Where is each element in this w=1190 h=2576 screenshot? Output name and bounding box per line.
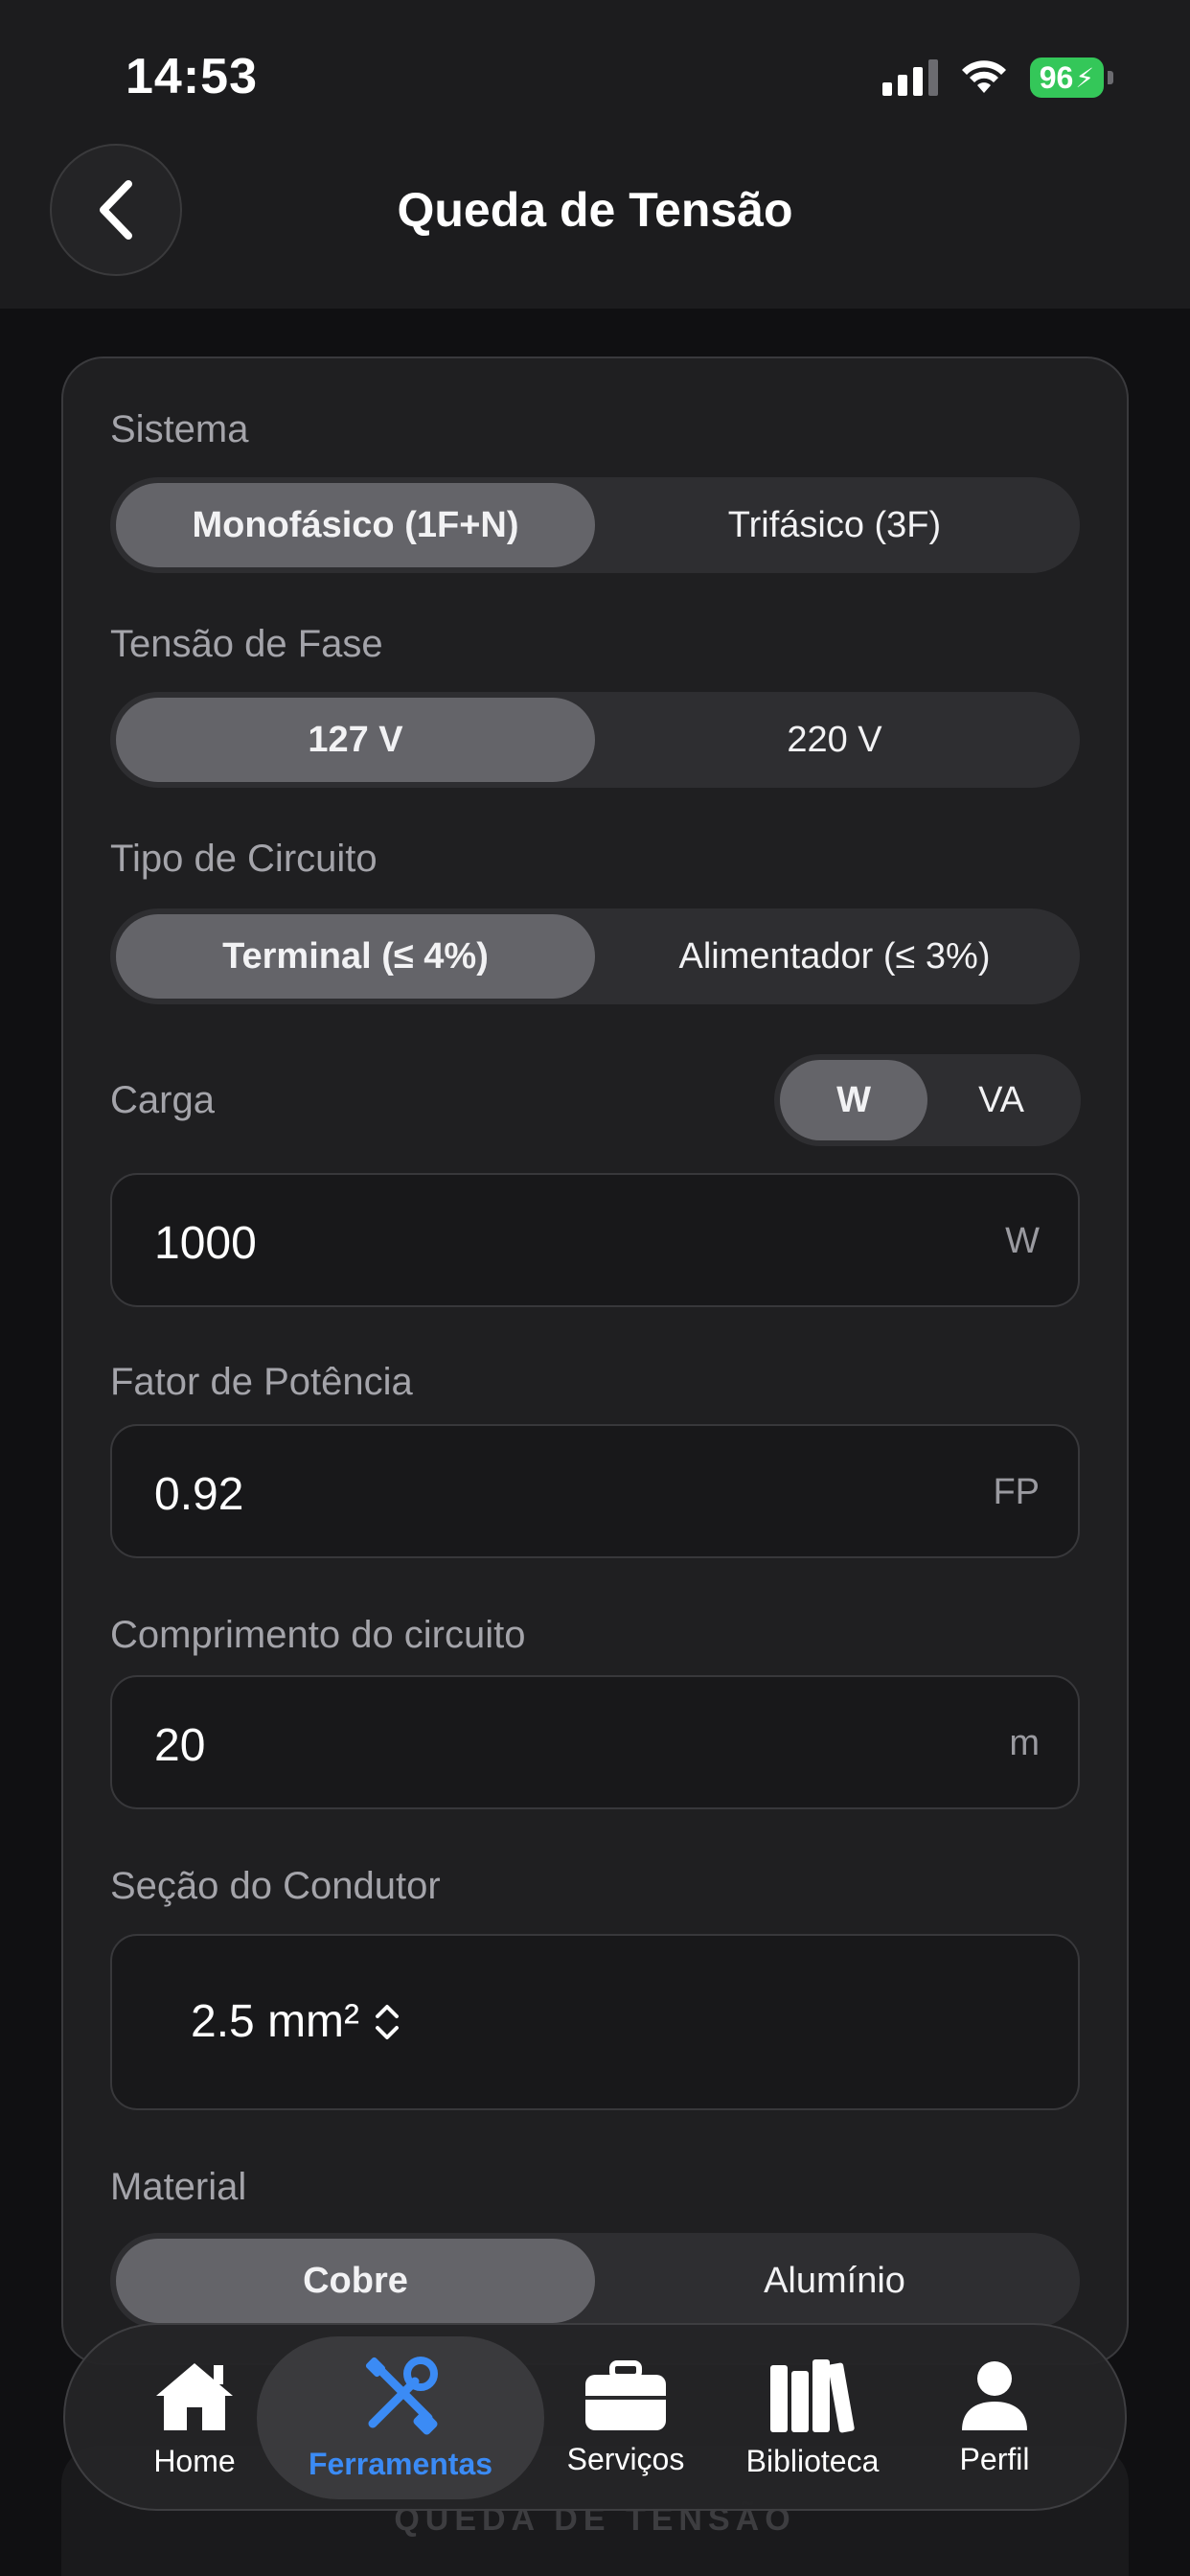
wifi-icon bbox=[961, 60, 1006, 93]
tools-icon bbox=[365, 2356, 438, 2434]
charging-bolt-icon: ⚡ bbox=[1075, 62, 1094, 93]
carga-value: 1000 bbox=[154, 1218, 257, 1269]
battery-nub bbox=[1108, 71, 1113, 84]
tipo-circuito-segmented-control: Terminal (≤ 4%) Alimentador (≤ 3%) bbox=[110, 908, 1080, 1004]
tensao-option-220[interactable]: 220 V bbox=[595, 698, 1074, 782]
books-icon bbox=[770, 2358, 855, 2432]
comprimento-unit: m bbox=[1009, 1723, 1040, 1763]
tab-home[interactable]: Home bbox=[132, 2336, 257, 2499]
comprimento-input[interactable]: 20 m bbox=[110, 1675, 1080, 1809]
material-option-cobre[interactable]: Cobre bbox=[116, 2239, 595, 2323]
tensao-label: Tensão de Fase bbox=[110, 623, 383, 665]
carga-unit-segmented-control: W VA bbox=[774, 1054, 1081, 1146]
page-title: Queda de Tensão bbox=[397, 183, 793, 237]
carga-input[interactable]: 1000 W bbox=[110, 1173, 1080, 1307]
tipo-circuito-label: Tipo de Circuito bbox=[110, 838, 378, 880]
fator-potencia-label: Fator de Potência bbox=[110, 1361, 413, 1403]
carga-unit: W bbox=[1005, 1221, 1040, 1261]
tab-perfil-label: Perfil bbox=[959, 2441, 1030, 2476]
status-time: 14:53 bbox=[126, 49, 258, 104]
sistema-label: Sistema bbox=[110, 408, 249, 450]
tab-ferramentas-label: Ferramentas bbox=[308, 2446, 493, 2481]
tipo-option-terminal[interactable]: Terminal (≤ 4%) bbox=[116, 914, 595, 999]
tab-perfil[interactable]: Perfil bbox=[927, 2336, 1062, 2499]
person-icon bbox=[962, 2360, 1027, 2430]
carga-unit-w[interactable]: W bbox=[780, 1060, 927, 1140]
carga-label: Carga bbox=[110, 1079, 215, 1121]
tab-servicos-label: Serviços bbox=[566, 2441, 685, 2476]
sistema-option-monofasico[interactable]: Monofásico (1F+N) bbox=[116, 483, 595, 567]
carga-unit-va[interactable]: VA bbox=[927, 1060, 1075, 1140]
house-icon bbox=[156, 2362, 233, 2430]
fator-potencia-unit: FP bbox=[993, 1472, 1040, 1512]
secao-condutor-label: Seção do Condutor bbox=[110, 1865, 441, 1907]
tipo-option-alimentador[interactable]: Alimentador (≤ 3%) bbox=[595, 914, 1074, 999]
cellular-signal-icon bbox=[881, 59, 938, 96]
top-bar bbox=[0, 0, 1190, 309]
tab-biblioteca-label: Biblioteca bbox=[745, 2443, 880, 2478]
tab-ferramentas[interactable]: Ferramentas bbox=[257, 2336, 544, 2499]
secao-picker-content: 2.5 mm² bbox=[191, 1995, 401, 2048]
tensao-segmented-control: 127 V 220 V bbox=[110, 692, 1080, 788]
comprimento-value: 20 bbox=[154, 1720, 206, 1771]
tab-bar: Home Ferramentas Serviços Biblioteca Per… bbox=[63, 2323, 1127, 2511]
sistema-option-trifasico[interactable]: Trifásico (3F) bbox=[595, 483, 1074, 567]
comprimento-label: Comprimento do circuito bbox=[110, 1614, 526, 1656]
tab-biblioteca[interactable]: Biblioteca bbox=[726, 2336, 899, 2499]
battery-indicator: 96 ⚡ bbox=[1029, 58, 1104, 98]
secao-value: 2.5 mm² bbox=[191, 1996, 360, 2047]
secao-condutor-picker[interactable]: 2.5 mm² bbox=[110, 1934, 1080, 2110]
material-option-aluminio[interactable]: Alumínio bbox=[595, 2239, 1074, 2323]
chevron-up-down-icon bbox=[376, 2004, 400, 2039]
material-label: Material bbox=[110, 2166, 247, 2208]
tensao-option-127[interactable]: 127 V bbox=[116, 698, 595, 782]
fator-potencia-input[interactable]: 0.92 FP bbox=[110, 1424, 1080, 1558]
status-icons: 96 ⚡ bbox=[881, 56, 1113, 100]
sistema-segmented-control: Monofásico (1F+N) Trifásico (3F) bbox=[110, 477, 1080, 573]
material-segmented-control: Cobre Alumínio bbox=[110, 2233, 1080, 2329]
fator-potencia-value: 0.92 bbox=[154, 1469, 244, 1520]
tab-servicos[interactable]: Serviços bbox=[544, 2336, 707, 2499]
tab-home-label: Home bbox=[153, 2443, 236, 2478]
briefcase-icon bbox=[585, 2359, 666, 2430]
battery-level: 96 bbox=[1039, 59, 1074, 95]
